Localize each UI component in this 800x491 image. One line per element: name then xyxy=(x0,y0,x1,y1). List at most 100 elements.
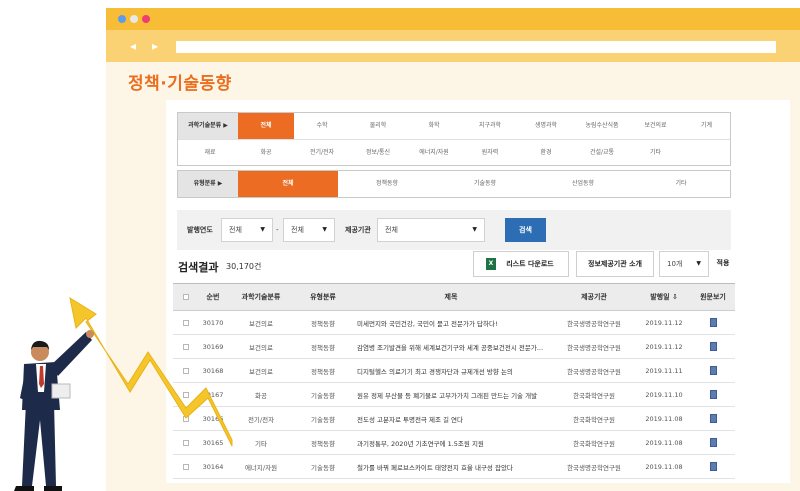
filter-type-industry[interactable]: 산업동향 xyxy=(534,171,632,197)
table-row[interactable]: 30169 보건의료 정책동향 감염병 조기발견을 위해 세계보건기구와 세계 공중보… xyxy=(173,335,735,359)
search-button[interactable]: 검색 xyxy=(505,218,546,242)
cell-classification: 에너지/자원 xyxy=(244,463,278,472)
filter-sci-earth[interactable]: 지구과학 xyxy=(462,113,518,139)
filter-type-etc[interactable]: 기타 xyxy=(632,171,730,197)
row-select-cell[interactable] xyxy=(173,311,199,334)
browser-titlebar xyxy=(106,8,800,30)
org-value: 전체 xyxy=(385,226,398,234)
table-row[interactable]: 30165 기타 정책동향 과기정통부, 2020년 기초연구에 1.5조원 지원 한국… xyxy=(173,431,735,455)
type-filter: 유형분류 ▶ 전체 정책동향 기술동향 산업동향 기타 xyxy=(177,170,731,198)
row-select-cell[interactable] xyxy=(173,455,199,478)
filter-type-policy[interactable]: 정책동향 xyxy=(338,171,436,197)
back-arrow-icon[interactable]: ◂ xyxy=(130,38,136,54)
col-header-title[interactable]: 제목 xyxy=(351,284,551,310)
cell-title[interactable]: 과기정통부, 2020년 기초연구에 1.5조원 지원 xyxy=(351,431,551,454)
filter-sci-chem-eng[interactable]: 화공 xyxy=(238,140,294,166)
filter-sci-construction[interactable]: 건설/교통 xyxy=(574,140,630,166)
view-original-cell[interactable] xyxy=(691,383,735,406)
filter-sci-environment[interactable]: 환경 xyxy=(518,140,574,166)
row-select-cell[interactable] xyxy=(173,383,199,406)
filter-type-tech[interactable]: 기술동향 xyxy=(436,171,534,197)
view-original-cell[interactable] xyxy=(691,455,735,478)
forward-arrow-icon[interactable]: ▸ xyxy=(152,38,158,54)
document-icon[interactable] xyxy=(709,414,717,423)
row-checkbox[interactable] xyxy=(183,439,189,446)
view-original-cell[interactable] xyxy=(691,311,735,334)
table-row[interactable]: 30167 화공 기술동향 원유 정제 부산물 등 폐기물로 고부가가치 그래핀 만드… xyxy=(173,383,735,407)
url-field[interactable] xyxy=(176,41,776,53)
org-intro-button[interactable]: 정보제공기관 소개 xyxy=(576,251,654,277)
filter-sci-electronics[interactable]: 전기/전자 xyxy=(294,140,350,166)
row-select-cell[interactable] xyxy=(173,407,199,430)
cell-provider: 한국생명공학연구원 xyxy=(567,319,621,328)
table-row[interactable]: 30170 보건의료 정책동향 미세먼지와 국민건강, 국민이 묻고 전문가가 답하다… xyxy=(173,311,735,335)
row-checkbox[interactable] xyxy=(183,415,189,422)
filter-sci-energy[interactable]: 에너지/자원 xyxy=(406,140,462,166)
table-row[interactable]: 30168 보건의료 정책동향 디지털헬스 의료기기 최고 경쟁자단과 규제개선 방향… xyxy=(173,359,735,383)
filter-sci-machine[interactable]: 기계 xyxy=(681,113,732,139)
row-select-cell[interactable] xyxy=(173,359,199,382)
person-shirt xyxy=(36,364,46,392)
filter-sci-life[interactable]: 생명과학 xyxy=(518,113,574,139)
row-checkbox[interactable] xyxy=(183,319,189,326)
row-select-cell[interactable] xyxy=(173,431,199,454)
document-icon[interactable] xyxy=(709,390,717,399)
document-icon[interactable] xyxy=(709,342,717,351)
cell-title[interactable]: 디지털헬스 의료기기 최고 경쟁자단과 규제개선 방향 논의 xyxy=(351,359,551,382)
select-all-cell[interactable] xyxy=(173,284,199,310)
table-row[interactable]: 30166 전기/전자 기술동향 전도성 고분자로 투명전극 제조 길 연다 한국화학연… xyxy=(173,407,735,431)
page-size-select[interactable]: 10개 ▼ xyxy=(659,251,709,277)
col-header-provider[interactable]: 제공기관 xyxy=(551,284,637,310)
row-checkbox[interactable] xyxy=(183,343,189,350)
filter-sci-all[interactable]: 전체 xyxy=(238,113,294,139)
cell-title[interactable]: 미세먼지와 국민건강, 국민이 묻고 전문가가 답하다! xyxy=(351,311,551,334)
select-all-checkbox[interactable] xyxy=(183,294,189,300)
row-checkbox[interactable] xyxy=(183,391,189,398)
apply-button[interactable]: 적용 xyxy=(711,251,735,277)
org-select[interactable]: 전체 ▼ xyxy=(377,218,485,242)
row-select-cell[interactable] xyxy=(173,335,199,358)
filter-sci-ict[interactable]: 정보/통신 xyxy=(350,140,406,166)
window-dot-red[interactable] xyxy=(142,15,150,23)
excel-icon: X xyxy=(486,258,496,270)
year-from-select[interactable]: 전체 ▼ xyxy=(221,218,273,242)
cell-provider: 한국화학연구원 xyxy=(573,439,615,448)
view-original-cell[interactable] xyxy=(691,431,735,454)
col-header-original[interactable]: 원문보기 xyxy=(691,284,735,310)
window-dot-gray[interactable] xyxy=(130,15,138,23)
col-header-type[interactable]: 유형분류 xyxy=(295,284,351,310)
filter-sci-agri[interactable]: 농림수산식품 xyxy=(574,113,630,139)
row-checkbox[interactable] xyxy=(183,463,189,470)
filter-sci-math[interactable]: 수학 xyxy=(294,113,350,139)
filter-sci-health[interactable]: 보건의료 xyxy=(630,113,681,139)
filter-type-all[interactable]: 전체 xyxy=(238,171,338,197)
document-icon[interactable] xyxy=(709,462,717,471)
document-icon[interactable] xyxy=(709,366,717,375)
person-document-icon xyxy=(51,383,71,399)
view-original-cell[interactable] xyxy=(691,359,735,382)
filter-sci-chemistry[interactable]: 화학 xyxy=(406,113,462,139)
col-header-classification[interactable]: 과학기술분류 xyxy=(227,284,295,310)
filter-sci-materials[interactable]: 재료 xyxy=(182,140,238,166)
view-original-cell[interactable] xyxy=(691,407,735,430)
cell-title[interactable]: 원유 정제 부산물 등 폐기물로 고부가가치 그래핀 만드는 기술 개발 xyxy=(351,383,551,406)
window-dot-blue[interactable] xyxy=(118,15,126,23)
cell-title[interactable]: 전도성 고분자로 투명전극 제조 길 연다 xyxy=(351,407,551,430)
col-header-date[interactable]: 발행일 ⇩ xyxy=(637,284,691,310)
col-header-no[interactable]: 순번 xyxy=(199,284,227,310)
row-checkbox[interactable] xyxy=(183,367,189,374)
cell-title[interactable]: 철가룰 바꿔 페로브스카이트 태양전지 효율 내구성 잡았다 xyxy=(351,455,551,478)
view-original-cell[interactable] xyxy=(691,335,735,358)
cell-title[interactable]: 감염병 조기발견을 위해 세계보건기구와 세계 공중보건전시 전문가... xyxy=(351,335,551,358)
table-header-row: 순번 과학기술분류 유형분류 제목 제공기관 발행일 ⇩ 원문보기 xyxy=(173,283,735,311)
year-to-select[interactable]: 전체 ▼ xyxy=(283,218,335,242)
filter-sci-nuclear[interactable]: 원자력 xyxy=(462,140,518,166)
person-body xyxy=(22,362,60,410)
table-row[interactable]: 30164 에너지/자원 기술동향 철가룰 바꿔 페로브스카이트 태양전지 효율 내구… xyxy=(173,455,735,479)
filter-sci-etc[interactable]: 기타 xyxy=(630,140,681,166)
results-count: 30,170건 xyxy=(226,262,262,271)
document-icon[interactable] xyxy=(709,438,717,447)
filter-sci-physics[interactable]: 물리학 xyxy=(350,113,406,139)
excel-download-button[interactable]: X 리스트 다운로드 xyxy=(473,251,569,277)
document-icon[interactable] xyxy=(709,318,717,327)
